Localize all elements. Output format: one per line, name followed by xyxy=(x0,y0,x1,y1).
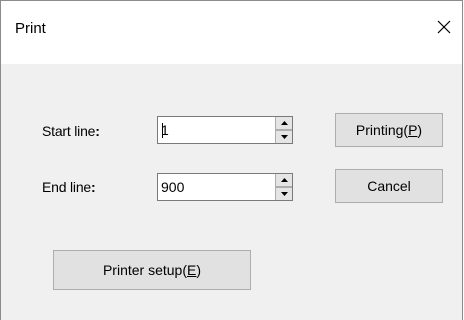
start-line-up-button[interactable] xyxy=(276,117,292,130)
start-line-stepper[interactable] xyxy=(157,116,293,144)
title-bar: Print xyxy=(1,1,462,64)
end-line-input[interactable] xyxy=(158,174,275,200)
start-line-down-button[interactable] xyxy=(276,130,292,143)
end-line-down-button[interactable] xyxy=(276,187,292,200)
printing-button[interactable]: Printing(P) xyxy=(335,113,443,147)
triangle-up-icon xyxy=(280,178,288,182)
triangle-down-icon xyxy=(280,192,288,196)
start-line-input[interactable] xyxy=(158,117,275,143)
end-line-up-button[interactable] xyxy=(276,174,292,187)
text-caret xyxy=(162,123,163,138)
start-line-label: Start line: xyxy=(42,123,100,139)
window-title: Print xyxy=(15,20,46,37)
end-line-stepper[interactable] xyxy=(157,173,293,201)
end-line-spin-buttons xyxy=(275,174,292,200)
triangle-up-icon xyxy=(280,121,288,125)
end-line-label: End line: xyxy=(42,179,96,195)
triangle-down-icon xyxy=(280,135,288,139)
dialog-body: Start line: End line: xyxy=(1,64,462,320)
close-button[interactable] xyxy=(432,15,456,39)
cancel-button[interactable]: Cancel xyxy=(335,169,443,203)
print-dialog: Print Start line: 1 End line: 900 Printi… xyxy=(0,0,463,320)
close-icon xyxy=(437,20,451,34)
printer-setup-button[interactable]: Printer setup(E) xyxy=(53,250,251,290)
start-line-spin-buttons xyxy=(275,117,292,143)
